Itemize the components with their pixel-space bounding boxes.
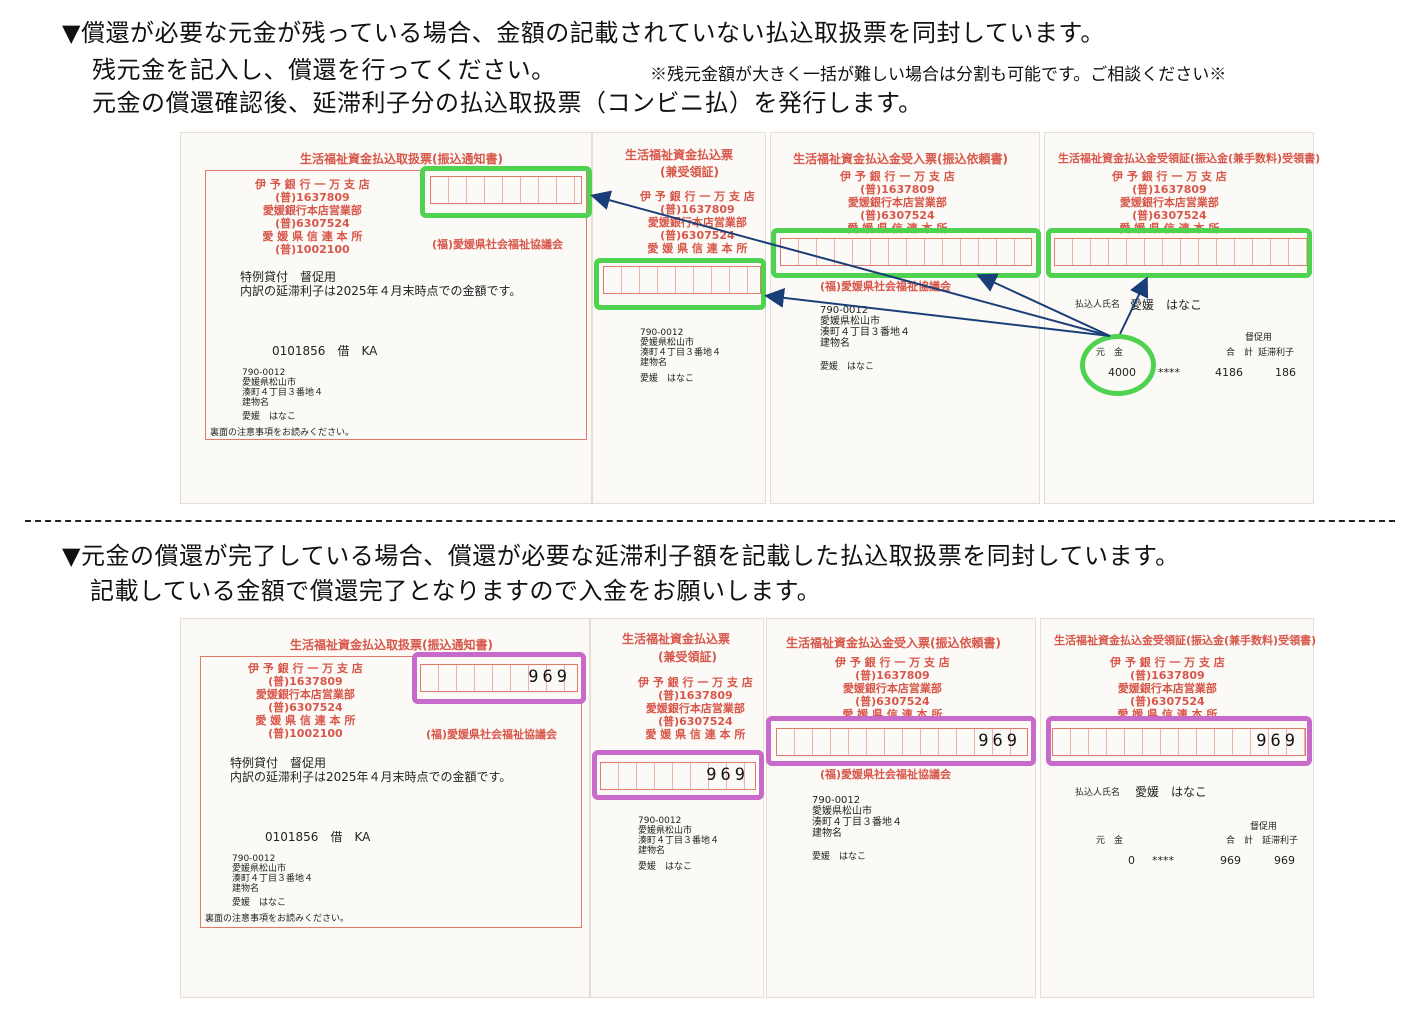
bottom-slip2-name: 愛媛 はなこ xyxy=(638,862,693,872)
section2-line2: 記載している金額で償還完了となりますので入金をお願いします。 xyxy=(90,577,822,605)
bottom-slip1-council: (福)愛媛県社会福祉協議会 xyxy=(426,728,558,741)
section-divider xyxy=(25,520,1395,522)
bottom-slip3-bank: 伊 予 銀 行 一 万 支 店 (普)1637809 愛媛銀行本店営業部 (普)… xyxy=(835,656,950,721)
bottom-slip4-stars: **** xyxy=(1152,854,1174,867)
bottom-slip4-total: 969 xyxy=(1220,854,1241,867)
bottom-slip2-address: 790-0012 愛媛県松山市 湊町４丁目３番地４ 建物名 xyxy=(638,816,720,856)
bottom-slip4-principal-label: 元 金 xyxy=(1096,836,1124,846)
bottom-slip4-principal: 0 xyxy=(1128,854,1135,867)
bottom-slip3-title: 生活福祉資金払込金受入票(振込依頼書) xyxy=(786,636,1001,650)
bottom-slip1-bank: 伊 予 銀 行 一 万 支 店 (普)1637809 愛媛銀行本店営業部 (普)… xyxy=(248,662,363,740)
bottom-slip1-name: 愛媛 はなこ xyxy=(232,898,287,908)
bottom-slip4-tokusoku: 督促用 xyxy=(1250,822,1278,832)
bottom-slip4-late: 969 xyxy=(1274,854,1295,867)
bottom-highlight-slip3-amount xyxy=(766,716,1036,766)
arrow-to-slip1 xyxy=(590,190,1111,337)
bottom-slip4-payer-name: 愛媛 はなこ xyxy=(1135,785,1208,799)
bottom-slip2-title: 生活福祉資金払込票 xyxy=(622,632,731,646)
bottom-highlight-slip4-amount xyxy=(1046,716,1312,766)
bottom-slip3-council: (福)愛媛県社会福祉協議会 xyxy=(820,768,952,781)
top-arrows xyxy=(590,190,1149,337)
bottom-highlight-slip1-amount xyxy=(412,652,586,704)
bottom-slip4-total-label: 合 計 xyxy=(1226,836,1254,846)
arrow-to-slip4 xyxy=(1119,276,1149,335)
bottom-slip-receipt xyxy=(590,618,764,998)
bottom-slip3-address: 790-0012 愛媛県松山市 湊町４丁目３番地４ 建物名 xyxy=(812,795,902,839)
arrow-to-slip2 xyxy=(764,287,1111,337)
bottom-slip1-address: 790-0012 愛媛県松山市 湊町４丁目３番地４ 建物名 xyxy=(232,854,314,894)
bottom-highlight-slip2-amount xyxy=(592,750,764,800)
bottom-slip3-name: 愛媛 はなこ xyxy=(812,852,867,862)
bottom-slip2-subtitle: (兼受領証) xyxy=(658,650,717,664)
bottom-slip4-late-label: 延滞利子 xyxy=(1262,836,1299,846)
bottom-slip2-bank: 伊 予 銀 行 一 万 支 店 (普)1637809 愛媛銀行本店営業部 (普)… xyxy=(638,676,753,741)
bottom-slip1-backnote: 裏面の注意事項をお読みください。 xyxy=(205,914,350,924)
bottom-slip1-title: 生活福祉資金払込取扱票(振込通知書) xyxy=(290,638,493,652)
bottom-slip1-code: 0101856 借 KA xyxy=(265,830,371,844)
bottom-slip4-payer-label: 払込人氏名 xyxy=(1075,788,1121,798)
section2-line1: ▼元金の償還が完了している場合、償還が必要な延滞利子額を記載した払込取扱票を同封… xyxy=(62,542,1180,570)
bottom-slip4-title: 生活福祉資金払込金受領証(振込金(兼手数料)受領書) xyxy=(1054,634,1317,647)
bottom-slip1-memo: 特例貸付 督促用 内訳の延滞利子は2025年４月末時点での金額です。 xyxy=(230,756,512,784)
bottom-slip4-bank: 伊 予 銀 行 一 万 支 店 (普)1637809 愛媛銀行本店営業部 (普)… xyxy=(1110,656,1225,721)
